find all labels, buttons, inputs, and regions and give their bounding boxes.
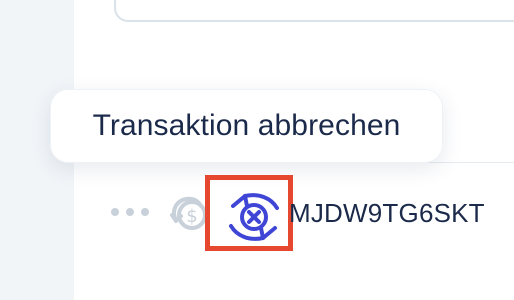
cancel-transaction-button[interactable] [205, 175, 293, 251]
transaction-row: $ MJDW9TG6SKT [0, 175, 514, 251]
top-input-card[interactable] [114, 0, 514, 22]
cancel-transaction-icon [229, 193, 279, 241]
ellipsis-icon [126, 208, 134, 216]
transaction-id: MJDW9TG6SKT [289, 198, 485, 228]
cancel-transaction-tooltip: Transaktion abbrechen [50, 89, 443, 163]
ellipsis-icon [141, 208, 149, 216]
more-actions-button[interactable] [111, 202, 149, 222]
tooltip-text: Transaktion abbrechen [92, 109, 401, 142]
ellipsis-icon [111, 208, 119, 216]
screen: Transaktion abbrechen $ MJDW9TG6SKT [0, 0, 514, 300]
svg-text:$: $ [186, 206, 197, 227]
